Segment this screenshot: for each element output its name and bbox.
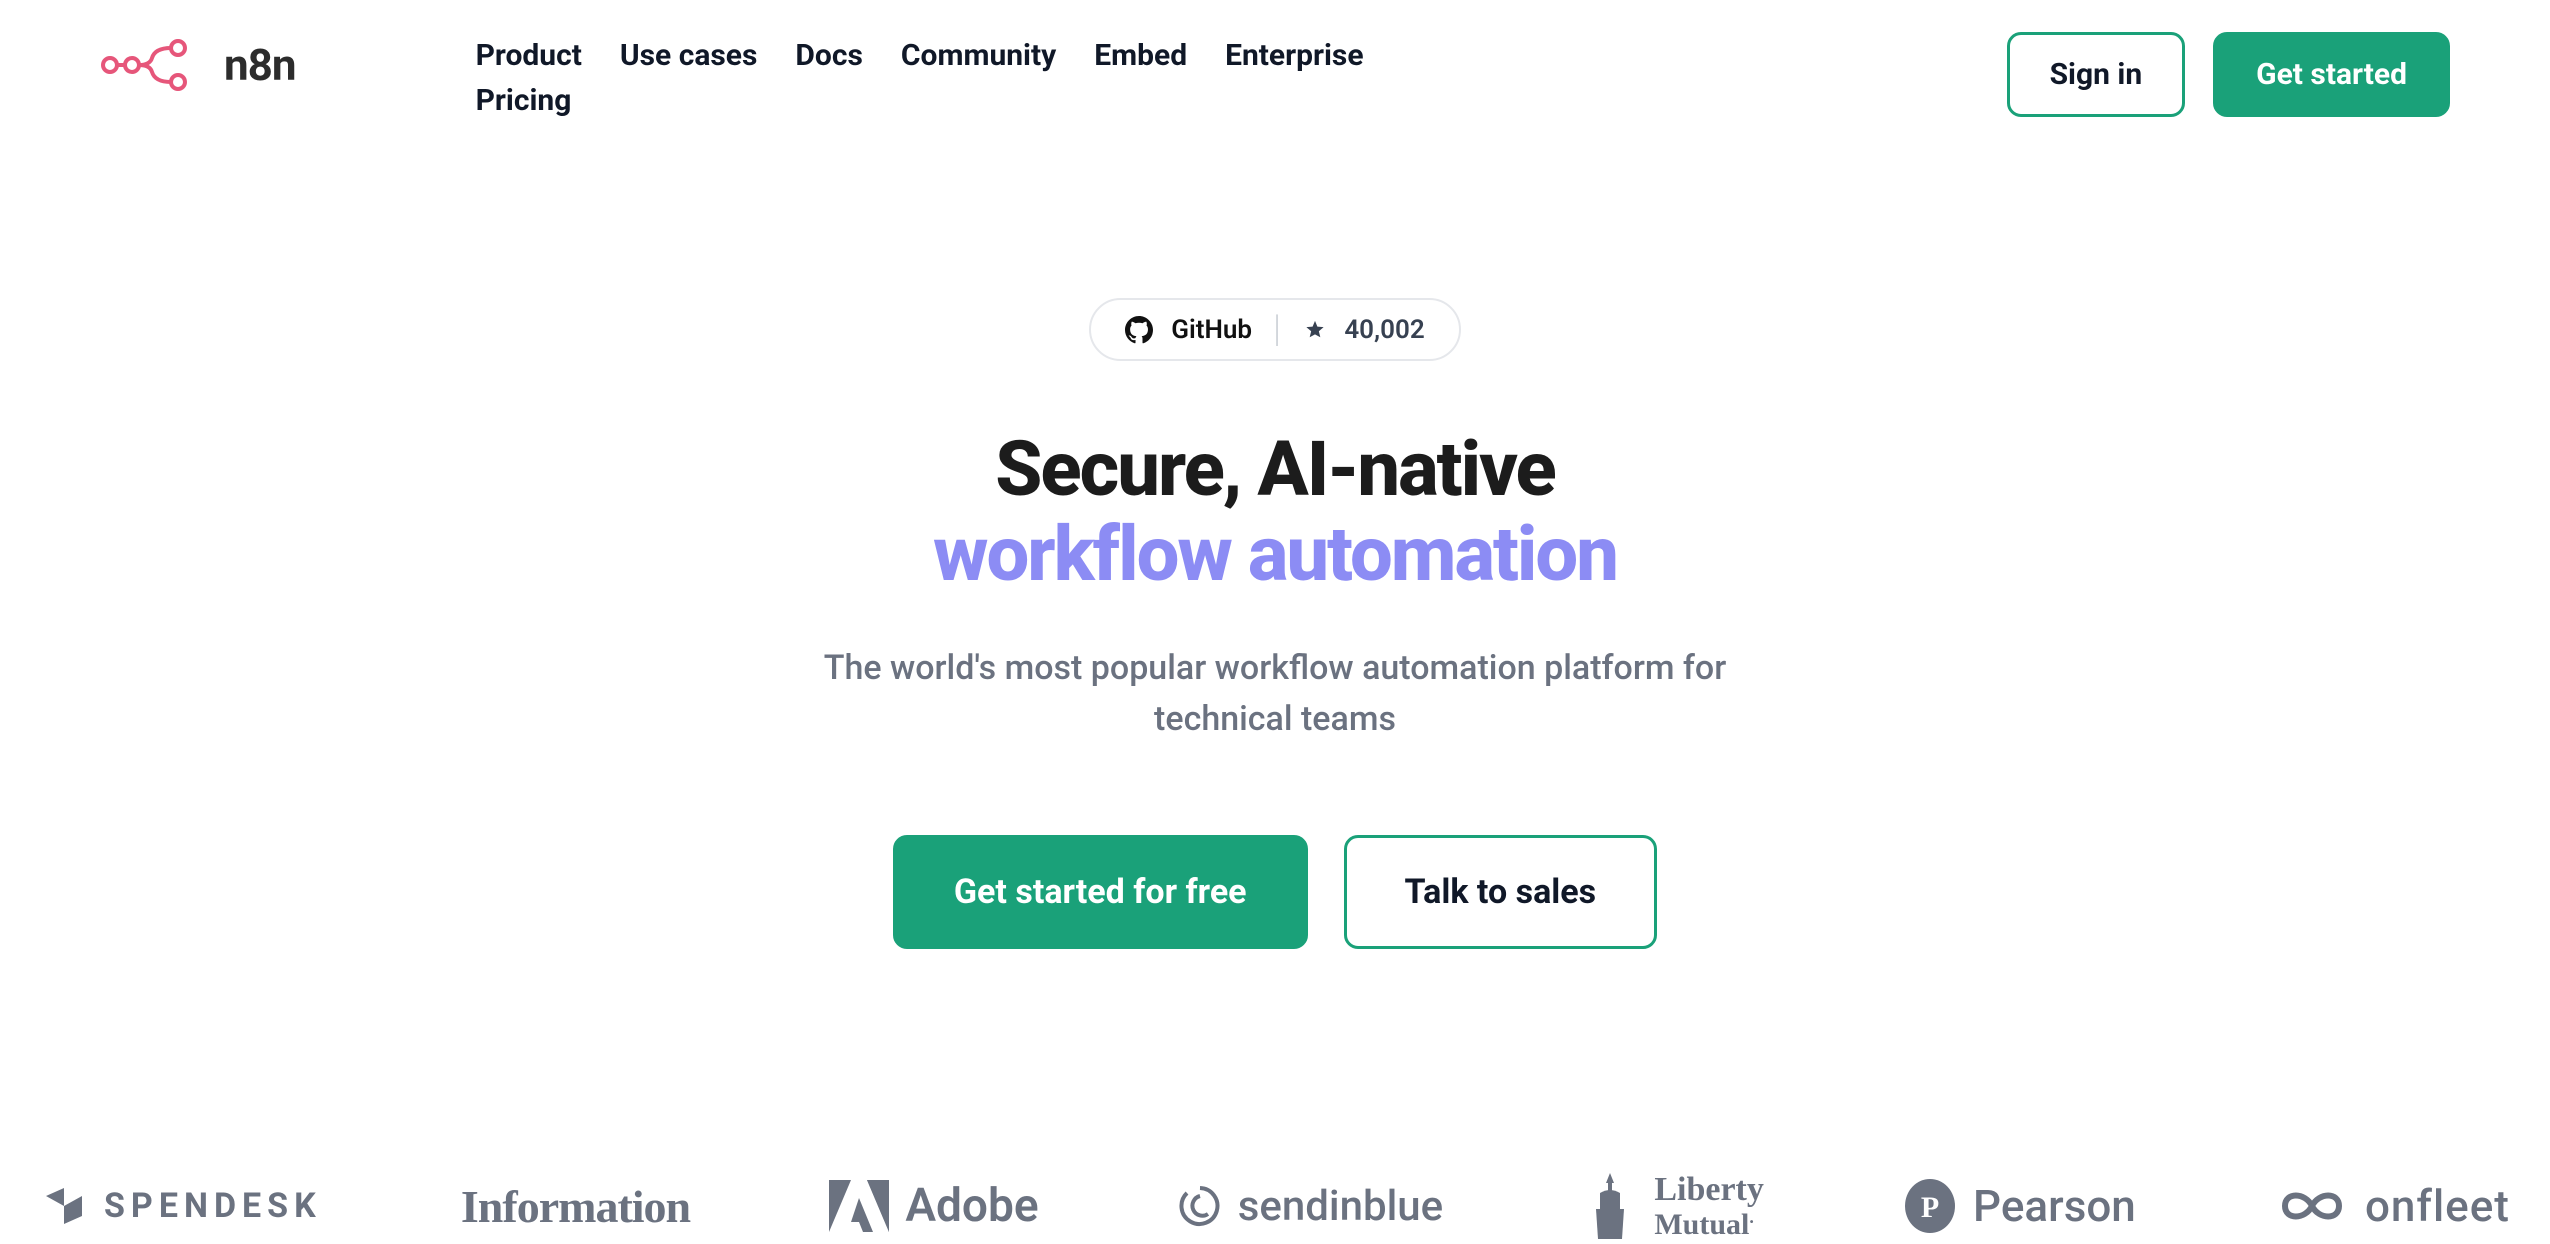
hero-title-line1: Secure, AI-native [995, 424, 1554, 514]
nav-item-community[interactable]: Community [901, 38, 1056, 73]
get-started-button[interactable]: Get started [2213, 32, 2450, 117]
nav-item-embed[interactable]: Embed [1094, 38, 1187, 73]
sign-in-button[interactable]: Sign in [2007, 32, 2186, 117]
partner-adobe-label: Adobe [905, 1179, 1038, 1233]
spendesk-icon [40, 1182, 88, 1230]
svg-text:P: P [1921, 1191, 1939, 1224]
liberty-statue-icon [1582, 1169, 1638, 1243]
partner-onfleet-label: onfleet [2365, 1180, 2510, 1232]
partner-spendesk: SPENDESK [40, 1182, 322, 1230]
pearson-icon: P [1903, 1179, 1957, 1233]
hero-section: GitHub │ 40,002 Secure, AI-native workfl… [0, 298, 2550, 949]
partner-onfleet: onfleet [2275, 1180, 2510, 1232]
partner-spendesk-label: SPENDESK [104, 1186, 322, 1226]
github-star-count: 40,002 [1344, 315, 1424, 345]
hero-title-line2: workflow automation [933, 509, 1617, 599]
partner-sendinblue-label: sendinblue [1238, 1182, 1443, 1231]
partner-pearson-label: Pearson [1973, 1180, 2136, 1232]
partner-pearson: P Pearson [1903, 1179, 2136, 1233]
partner-liberty-label: Liberty Mutual. [1654, 1172, 1764, 1240]
nav-item-pricing[interactable]: Pricing [476, 83, 1498, 118]
partner-adobe: Adobe [829, 1179, 1038, 1233]
partner-sendinblue: sendinblue [1178, 1182, 1443, 1231]
nav-item-docs[interactable]: Docs [795, 38, 862, 73]
onfleet-infinity-icon [2275, 1186, 2349, 1226]
site-header: n8n Product Use cases Docs Community Emb… [0, 0, 2550, 118]
partner-logos-row: SPENDESK Information Adobe sendinblue Li… [0, 1169, 2550, 1243]
github-stars-pill[interactable]: GitHub │ 40,002 [1089, 298, 1460, 361]
brand-name: n8n [224, 39, 296, 91]
brand-logo[interactable]: n8n [100, 20, 296, 92]
nav-item-enterprise[interactable]: Enterprise [1225, 38, 1363, 73]
main-nav: Product Use cases Docs Community Embed E… [476, 20, 1498, 118]
hero-subtitle: The world's most popular workflow automa… [815, 643, 1735, 745]
n8n-logo-icon [100, 38, 210, 92]
adobe-icon [829, 1180, 889, 1232]
header-actions: Sign in Get started [2007, 20, 2450, 117]
nav-item-product[interactable]: Product [476, 38, 582, 73]
cta-talk-to-sales-button[interactable]: Talk to sales [1344, 835, 1658, 949]
github-separator: │ [1270, 314, 1286, 345]
sendinblue-icon [1178, 1184, 1222, 1228]
star-icon [1304, 319, 1326, 341]
hero-title: Secure, AI-native workflow automation [0, 427, 2550, 597]
github-icon [1125, 316, 1153, 344]
hero-cta-row: Get started for free Talk to sales [0, 835, 2550, 949]
github-label: GitHub [1171, 315, 1252, 345]
cta-get-started-free-button[interactable]: Get started for free [893, 835, 1308, 949]
nav-item-use-cases[interactable]: Use cases [620, 38, 758, 73]
partner-liberty-mutual: Liberty Mutual. [1582, 1169, 1764, 1243]
partner-information-label: Information [461, 1180, 690, 1233]
partner-information: Information [461, 1180, 690, 1233]
